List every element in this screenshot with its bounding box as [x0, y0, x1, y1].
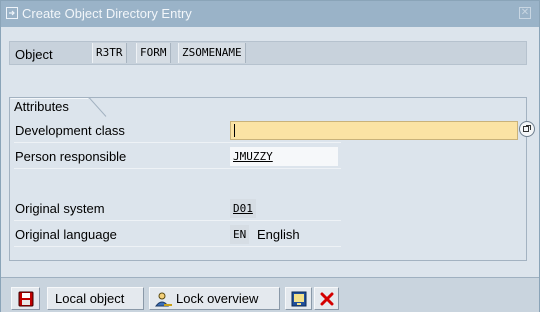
- row-divider: [14, 142, 341, 143]
- row-divider: [14, 246, 341, 247]
- users-icon: [155, 292, 172, 307]
- create-object-directory-dialog: Create Object Directory Entry ✕ Object R…: [0, 0, 540, 312]
- original-language-name: English: [257, 227, 300, 242]
- person-responsible-label: Person responsible: [15, 149, 127, 164]
- cancel-button[interactable]: [314, 287, 339, 310]
- dialog-titlebar: Create Object Directory Entry ✕: [1, 1, 539, 27]
- display-object-icon: [291, 291, 307, 307]
- value-help-icon: [523, 125, 531, 132]
- local-object-label: Local object: [55, 291, 125, 306]
- original-system-label: Original system: [15, 201, 105, 216]
- row-divider: [14, 220, 341, 221]
- value-help-button[interactable]: [519, 121, 535, 137]
- lock-overview-button[interactable]: Lock overview: [149, 287, 280, 310]
- development-class-label: Development class: [15, 123, 125, 138]
- original-language-key: EN: [230, 225, 250, 244]
- object-name: ZSOMENAME: [178, 43, 246, 63]
- local-object-button[interactable]: Local object: [47, 287, 144, 310]
- row-divider: [14, 168, 341, 169]
- attributes-tab-label: Attributes: [14, 99, 69, 114]
- object-type: FORM: [136, 43, 171, 63]
- object-row: Object R3TR FORM ZSOMENAME: [9, 41, 527, 65]
- floppy-disk-icon: [18, 291, 34, 307]
- original-language-label: Original language: [15, 227, 117, 242]
- object-pgmid: R3TR: [92, 43, 127, 63]
- dialog-title: Create Object Directory Entry: [22, 6, 192, 21]
- text-caret: [234, 124, 235, 137]
- display-object-button[interactable]: [285, 287, 312, 310]
- object-label: Object: [15, 47, 53, 62]
- red-x-icon: [320, 292, 334, 306]
- person-responsible-field[interactable]: JMUZZY: [230, 147, 338, 166]
- lock-overview-label: Lock overview: [176, 291, 259, 306]
- development-class-input[interactable]: [230, 121, 518, 140]
- dialog-icon: [6, 7, 18, 19]
- dialog-toolbar: Local object Lock overview: [1, 277, 539, 312]
- save-button[interactable]: [11, 287, 40, 310]
- original-system-field[interactable]: D01: [230, 199, 256, 218]
- close-icon[interactable]: ✕: [519, 7, 531, 19]
